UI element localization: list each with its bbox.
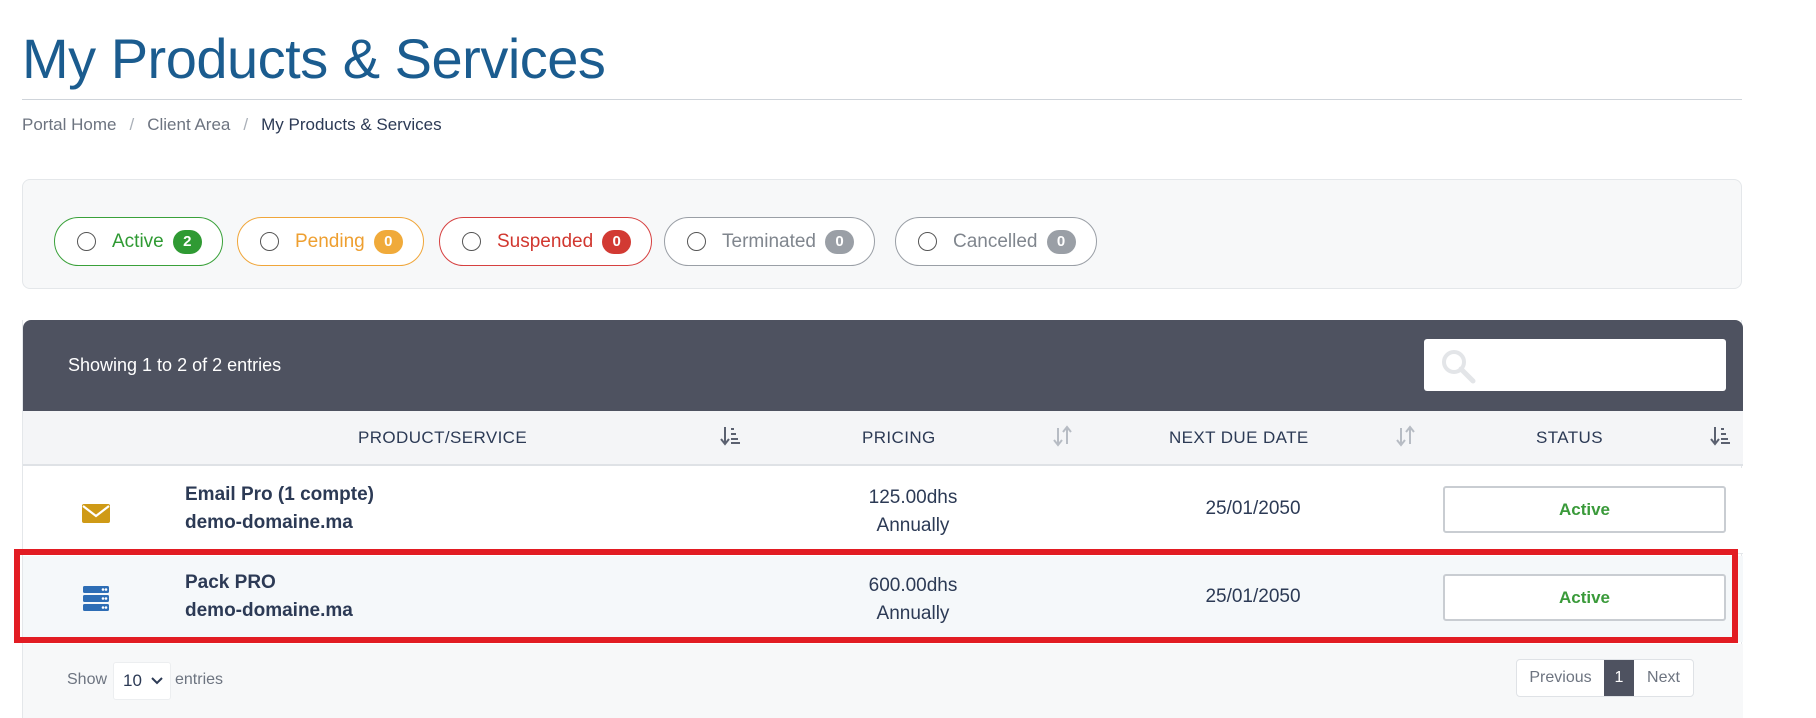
next-due-date: 25/01/2050 [1205,586,1301,607]
sort-icon[interactable] [1396,424,1416,448]
search-input[interactable] [1424,339,1726,391]
column-status[interactable]: STATUS [1536,428,1603,448]
count-badge: 0 [825,229,854,254]
status-filter-panel: Active 2 Pending 0 Suspended 0 Terminate… [22,179,1742,289]
status-badge[interactable]: Active [1443,574,1726,621]
radio-icon[interactable] [918,232,937,251]
column-pricing[interactable]: PRICING [862,428,936,448]
count-badge: 0 [1046,229,1076,254]
filter-terminated[interactable]: Terminated 0 [664,217,875,266]
page-length-select[interactable]: 10 [113,662,171,700]
breadcrumb-current: My Products & Services [261,115,442,134]
chevron-down-icon [151,677,163,685]
filter-label: Cancelled [953,230,1038,252]
sort-icon[interactable] [1053,424,1073,448]
price-amount: 125.00dhs [868,487,958,508]
table-toolbar: Showing 1 to 2 of 2 entries [23,320,1743,411]
breadcrumb-separator: / [243,115,249,134]
envelope-icon [82,504,110,523]
pagination: Previous 1 Next [1516,659,1694,697]
services-table: Showing 1 to 2 of 2 entries PRODUCT/SERV… [22,320,1743,718]
filter-cancelled[interactable]: Cancelled 0 [895,217,1097,266]
sort-ascending-icon[interactable] [1710,424,1730,448]
table-row[interactable]: Pack PRO demo-domaine.ma 600.00dhs Annua… [23,556,1743,642]
page-length-value: 10 [123,671,142,690]
filter-active[interactable]: Active 2 [54,217,223,266]
entries-info: Showing 1 to 2 of 2 entries [68,355,282,375]
column-next-due-date[interactable]: NEXT DUE DATE [1169,428,1309,448]
count-badge: 2 [172,229,202,254]
product-domain[interactable]: demo-domaine.ma [185,512,353,534]
filter-pending[interactable]: Pending 0 [237,217,424,266]
breadcrumb-portal-home[interactable]: Portal Home [22,115,116,135]
breadcrumb-separator: / [129,115,135,134]
table-header-row: PRODUCT/SERVICE PRICING NEXT DUE DATE ST… [23,411,1743,466]
billing-cycle: Annually [876,515,950,536]
price-amount: 600.00dhs [868,575,958,596]
title-divider [22,99,1742,100]
billing-cycle: Annually [876,603,950,624]
pricing-cell: 125.00dhs Annually [813,484,1013,540]
product-domain[interactable]: demo-domaine.ma [185,600,353,622]
sort-ascending-icon[interactable] [720,424,740,448]
next-page-button[interactable]: Next [1634,660,1693,696]
breadcrumb-client-area[interactable]: Client Area [147,115,230,135]
entries-label: entries [175,671,224,688]
filter-label: Terminated [722,230,816,252]
page-1-button[interactable]: 1 [1604,660,1634,696]
breadcrumb: Portal Home / Client Area / My Products … [22,115,442,135]
radio-icon[interactable] [687,232,706,251]
pricing-cell: 600.00dhs Annually [813,572,1013,628]
column-product[interactable]: PRODUCT/SERVICE [358,428,527,448]
filter-label: Active [112,230,164,252]
count-badge: 0 [602,229,632,254]
product-name[interactable]: Pack PRO [185,572,276,594]
radio-icon[interactable] [462,232,481,251]
radio-icon[interactable] [77,232,96,251]
next-due-date: 25/01/2050 [1205,498,1301,519]
status-badge[interactable]: Active [1443,486,1726,533]
table-row[interactable]: Email Pro (1 compte) demo-domaine.ma 125… [23,468,1743,554]
show-label: Show [67,671,108,688]
table-footer: Show 10 entries Previous 1 Next [23,644,1743,718]
filter-label: Pending [295,230,365,252]
count-badge: 0 [373,229,403,254]
server-icon [83,586,109,611]
page-title: My Products & Services [22,27,606,90]
product-name[interactable]: Email Pro (1 compte) [185,484,374,506]
filter-suspended[interactable]: Suspended 0 [439,217,653,266]
filter-label: Suspended [497,230,594,252]
previous-page-button[interactable]: Previous [1517,660,1604,696]
radio-icon[interactable] [260,232,279,251]
